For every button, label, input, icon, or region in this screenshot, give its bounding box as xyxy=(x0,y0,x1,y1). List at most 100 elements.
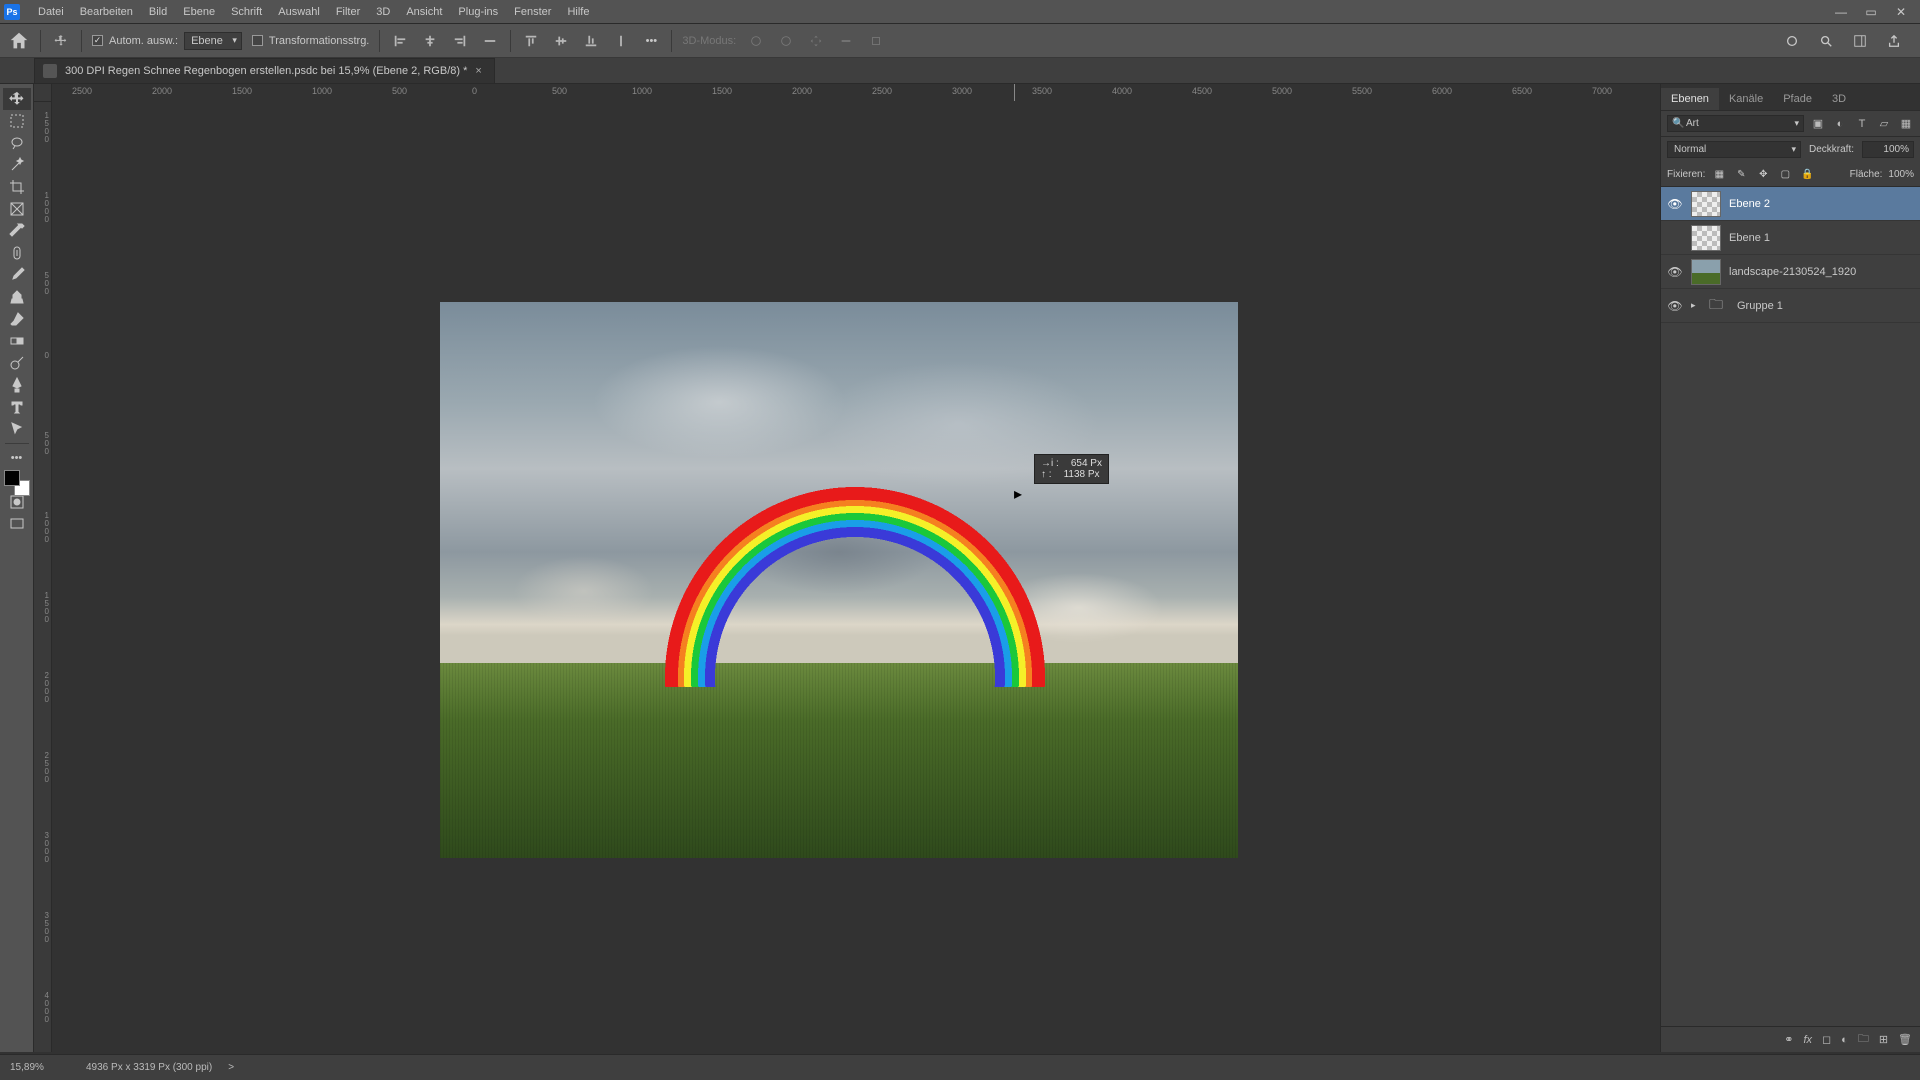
delete-layer-icon[interactable]: 🗑 xyxy=(1898,1033,1912,1046)
clone-stamp-tool[interactable] xyxy=(3,286,31,308)
move-tool[interactable] xyxy=(3,88,31,110)
align-center-h-icon[interactable] xyxy=(420,31,440,51)
layer-thumbnail[interactable] xyxy=(1691,191,1721,217)
distribute-h-icon[interactable] xyxy=(480,31,500,51)
menu-fenster[interactable]: Fenster xyxy=(506,6,559,18)
cloud-docs-icon[interactable] xyxy=(1782,31,1802,51)
marquee-tool[interactable] xyxy=(3,110,31,132)
layer-row[interactable]: 👁▸🗀Gruppe 1 xyxy=(1661,289,1920,323)
filter-smart-icon[interactable]: ▦ xyxy=(1898,116,1914,132)
adjustment-layer-icon[interactable]: ◐ xyxy=(1841,1034,1848,1046)
layer-name[interactable]: Ebene 1 xyxy=(1729,232,1770,244)
layer-visibility-toggle[interactable]: 👁 xyxy=(1667,265,1683,279)
document-dimensions[interactable]: 4936 Px x 3319 Px (300 ppi) xyxy=(86,1062,212,1073)
canvas-viewport[interactable]: ▸ →i : 654 Px ↑ : 1138 Px xyxy=(52,102,1660,1052)
layer-name[interactable]: Ebene 2 xyxy=(1729,198,1770,210)
vertical-ruler[interactable]: 1 5 0 01 0 0 05 0 005 0 01 0 0 01 5 0 02… xyxy=(34,102,52,1052)
zoom-level[interactable]: 15,89% xyxy=(10,1062,70,1073)
menu-schrift[interactable]: Schrift xyxy=(223,6,270,18)
align-right-icon[interactable] xyxy=(450,31,470,51)
transform-controls-checkbox[interactable] xyxy=(252,35,263,46)
dodge-tool[interactable] xyxy=(3,352,31,374)
edit-toolbar-button[interactable]: ••• xyxy=(3,447,31,469)
eraser-tool[interactable] xyxy=(3,308,31,330)
blend-mode-dropdown[interactable]: Normal xyxy=(1667,141,1801,158)
canvas-image[interactable] xyxy=(440,302,1238,858)
align-center-v-icon[interactable] xyxy=(551,31,571,51)
panel-tab-ebenen[interactable]: Ebenen xyxy=(1661,88,1719,110)
layer-visibility-toggle[interactable]: 👁 xyxy=(1667,299,1683,313)
crop-tool[interactable] xyxy=(3,176,31,198)
layer-fx-icon[interactable]: fx xyxy=(1803,1034,1812,1046)
move-tool-icon[interactable] xyxy=(51,31,71,51)
menu-datei[interactable]: Datei xyxy=(30,6,72,18)
lock-artboard-icon[interactable]: ▢ xyxy=(1777,166,1793,182)
menu-ansicht[interactable]: Ansicht xyxy=(398,6,450,18)
filter-shape-icon[interactable]: ▱ xyxy=(1876,116,1892,132)
document-tab[interactable]: 300 DPI Regen Schnee Regenbogen erstelle… xyxy=(34,58,495,83)
more-align-icon[interactable]: ••• xyxy=(641,31,661,51)
menu-3d[interactable]: 3D xyxy=(368,6,398,18)
gradient-tool[interactable] xyxy=(3,330,31,352)
layer-visibility-toggle[interactable]: 👁 xyxy=(1667,197,1683,211)
home-button[interactable] xyxy=(8,30,30,52)
ruler-origin[interactable] xyxy=(34,84,52,102)
window-minimize-button[interactable]: — xyxy=(1826,5,1856,19)
type-tool[interactable] xyxy=(3,396,31,418)
healing-brush-tool[interactable] xyxy=(3,242,31,264)
status-more-arrow[interactable]: > xyxy=(228,1062,234,1073)
layer-mask-icon[interactable]: ◻ xyxy=(1822,1033,1831,1046)
filter-type-icon[interactable]: T xyxy=(1854,116,1870,132)
distribute-v-icon[interactable] xyxy=(611,31,631,51)
menu-filter[interactable]: Filter xyxy=(328,6,368,18)
panel-tab-3d[interactable]: 3D xyxy=(1822,88,1856,110)
menu-bild[interactable]: Bild xyxy=(141,6,175,18)
screen-mode-button[interactable] xyxy=(3,513,31,535)
workspace-icon[interactable] xyxy=(1850,31,1870,51)
close-tab-button[interactable]: × xyxy=(475,65,481,77)
eyedropper-tool[interactable] xyxy=(3,220,31,242)
lock-transparency-icon[interactable]: ▦ xyxy=(1711,166,1727,182)
lasso-tool[interactable] xyxy=(3,132,31,154)
menu-auswahl[interactable]: Auswahl xyxy=(270,6,328,18)
panel-tab-pfade[interactable]: Pfade xyxy=(1773,88,1822,110)
search-icon[interactable] xyxy=(1816,31,1836,51)
layer-thumbnail[interactable] xyxy=(1691,259,1721,285)
new-layer-icon[interactable]: ⊞ xyxy=(1879,1033,1888,1046)
path-select-tool[interactable] xyxy=(3,418,31,440)
lock-image-icon[interactable]: ✎ xyxy=(1733,166,1749,182)
align-left-icon[interactable] xyxy=(390,31,410,51)
auto-select-target-dropdown[interactable]: Ebene xyxy=(184,32,242,50)
share-icon[interactable] xyxy=(1884,31,1904,51)
lock-position-icon[interactable]: ✥ xyxy=(1755,166,1771,182)
layer-row[interactable]: Ebene 1 xyxy=(1661,221,1920,255)
window-close-button[interactable]: ✕ xyxy=(1886,5,1916,19)
filter-adjustment-icon[interactable]: ◐ xyxy=(1832,116,1848,132)
opacity-input[interactable]: 100% xyxy=(1862,141,1914,158)
layer-row[interactable]: 👁 Ebene 2 xyxy=(1661,187,1920,221)
lock-all-icon[interactable]: 🔒 xyxy=(1799,166,1815,182)
link-layers-icon[interactable]: ⚭ xyxy=(1784,1033,1793,1046)
align-bottom-icon[interactable] xyxy=(581,31,601,51)
brush-tool[interactable] xyxy=(3,264,31,286)
menu-plug-ins[interactable]: Plug-ins xyxy=(450,6,506,18)
window-restore-button[interactable]: ▭ xyxy=(1856,5,1886,19)
layer-name[interactable]: Gruppe 1 xyxy=(1737,300,1783,312)
filter-pixel-icon[interactable]: ▣ xyxy=(1810,116,1826,132)
foreground-background-colors[interactable] xyxy=(3,469,31,491)
auto-select-checkbox[interactable] xyxy=(92,35,103,46)
menu-hilfe[interactable]: Hilfe xyxy=(559,6,597,18)
group-expand-arrow[interactable]: ▸ xyxy=(1691,300,1701,311)
magic-wand-tool[interactable] xyxy=(3,154,31,176)
layer-row[interactable]: 👁 landscape-2130524_1920 xyxy=(1661,255,1920,289)
layer-filter-dropdown[interactable]: 🔍 Art ▾ xyxy=(1667,115,1804,132)
layer-group-icon[interactable]: 🗀 xyxy=(1858,1030,1869,1049)
fill-input[interactable]: 100% xyxy=(1888,169,1914,180)
panel-tab-kanäle[interactable]: Kanäle xyxy=(1719,88,1773,110)
menu-ebene[interactable]: Ebene xyxy=(175,6,223,18)
menu-bearbeiten[interactable]: Bearbeiten xyxy=(72,6,141,18)
pen-tool[interactable] xyxy=(3,374,31,396)
layer-thumbnail[interactable] xyxy=(1691,225,1721,251)
frame-tool[interactable] xyxy=(3,198,31,220)
layer-name[interactable]: landscape-2130524_1920 xyxy=(1729,266,1856,278)
